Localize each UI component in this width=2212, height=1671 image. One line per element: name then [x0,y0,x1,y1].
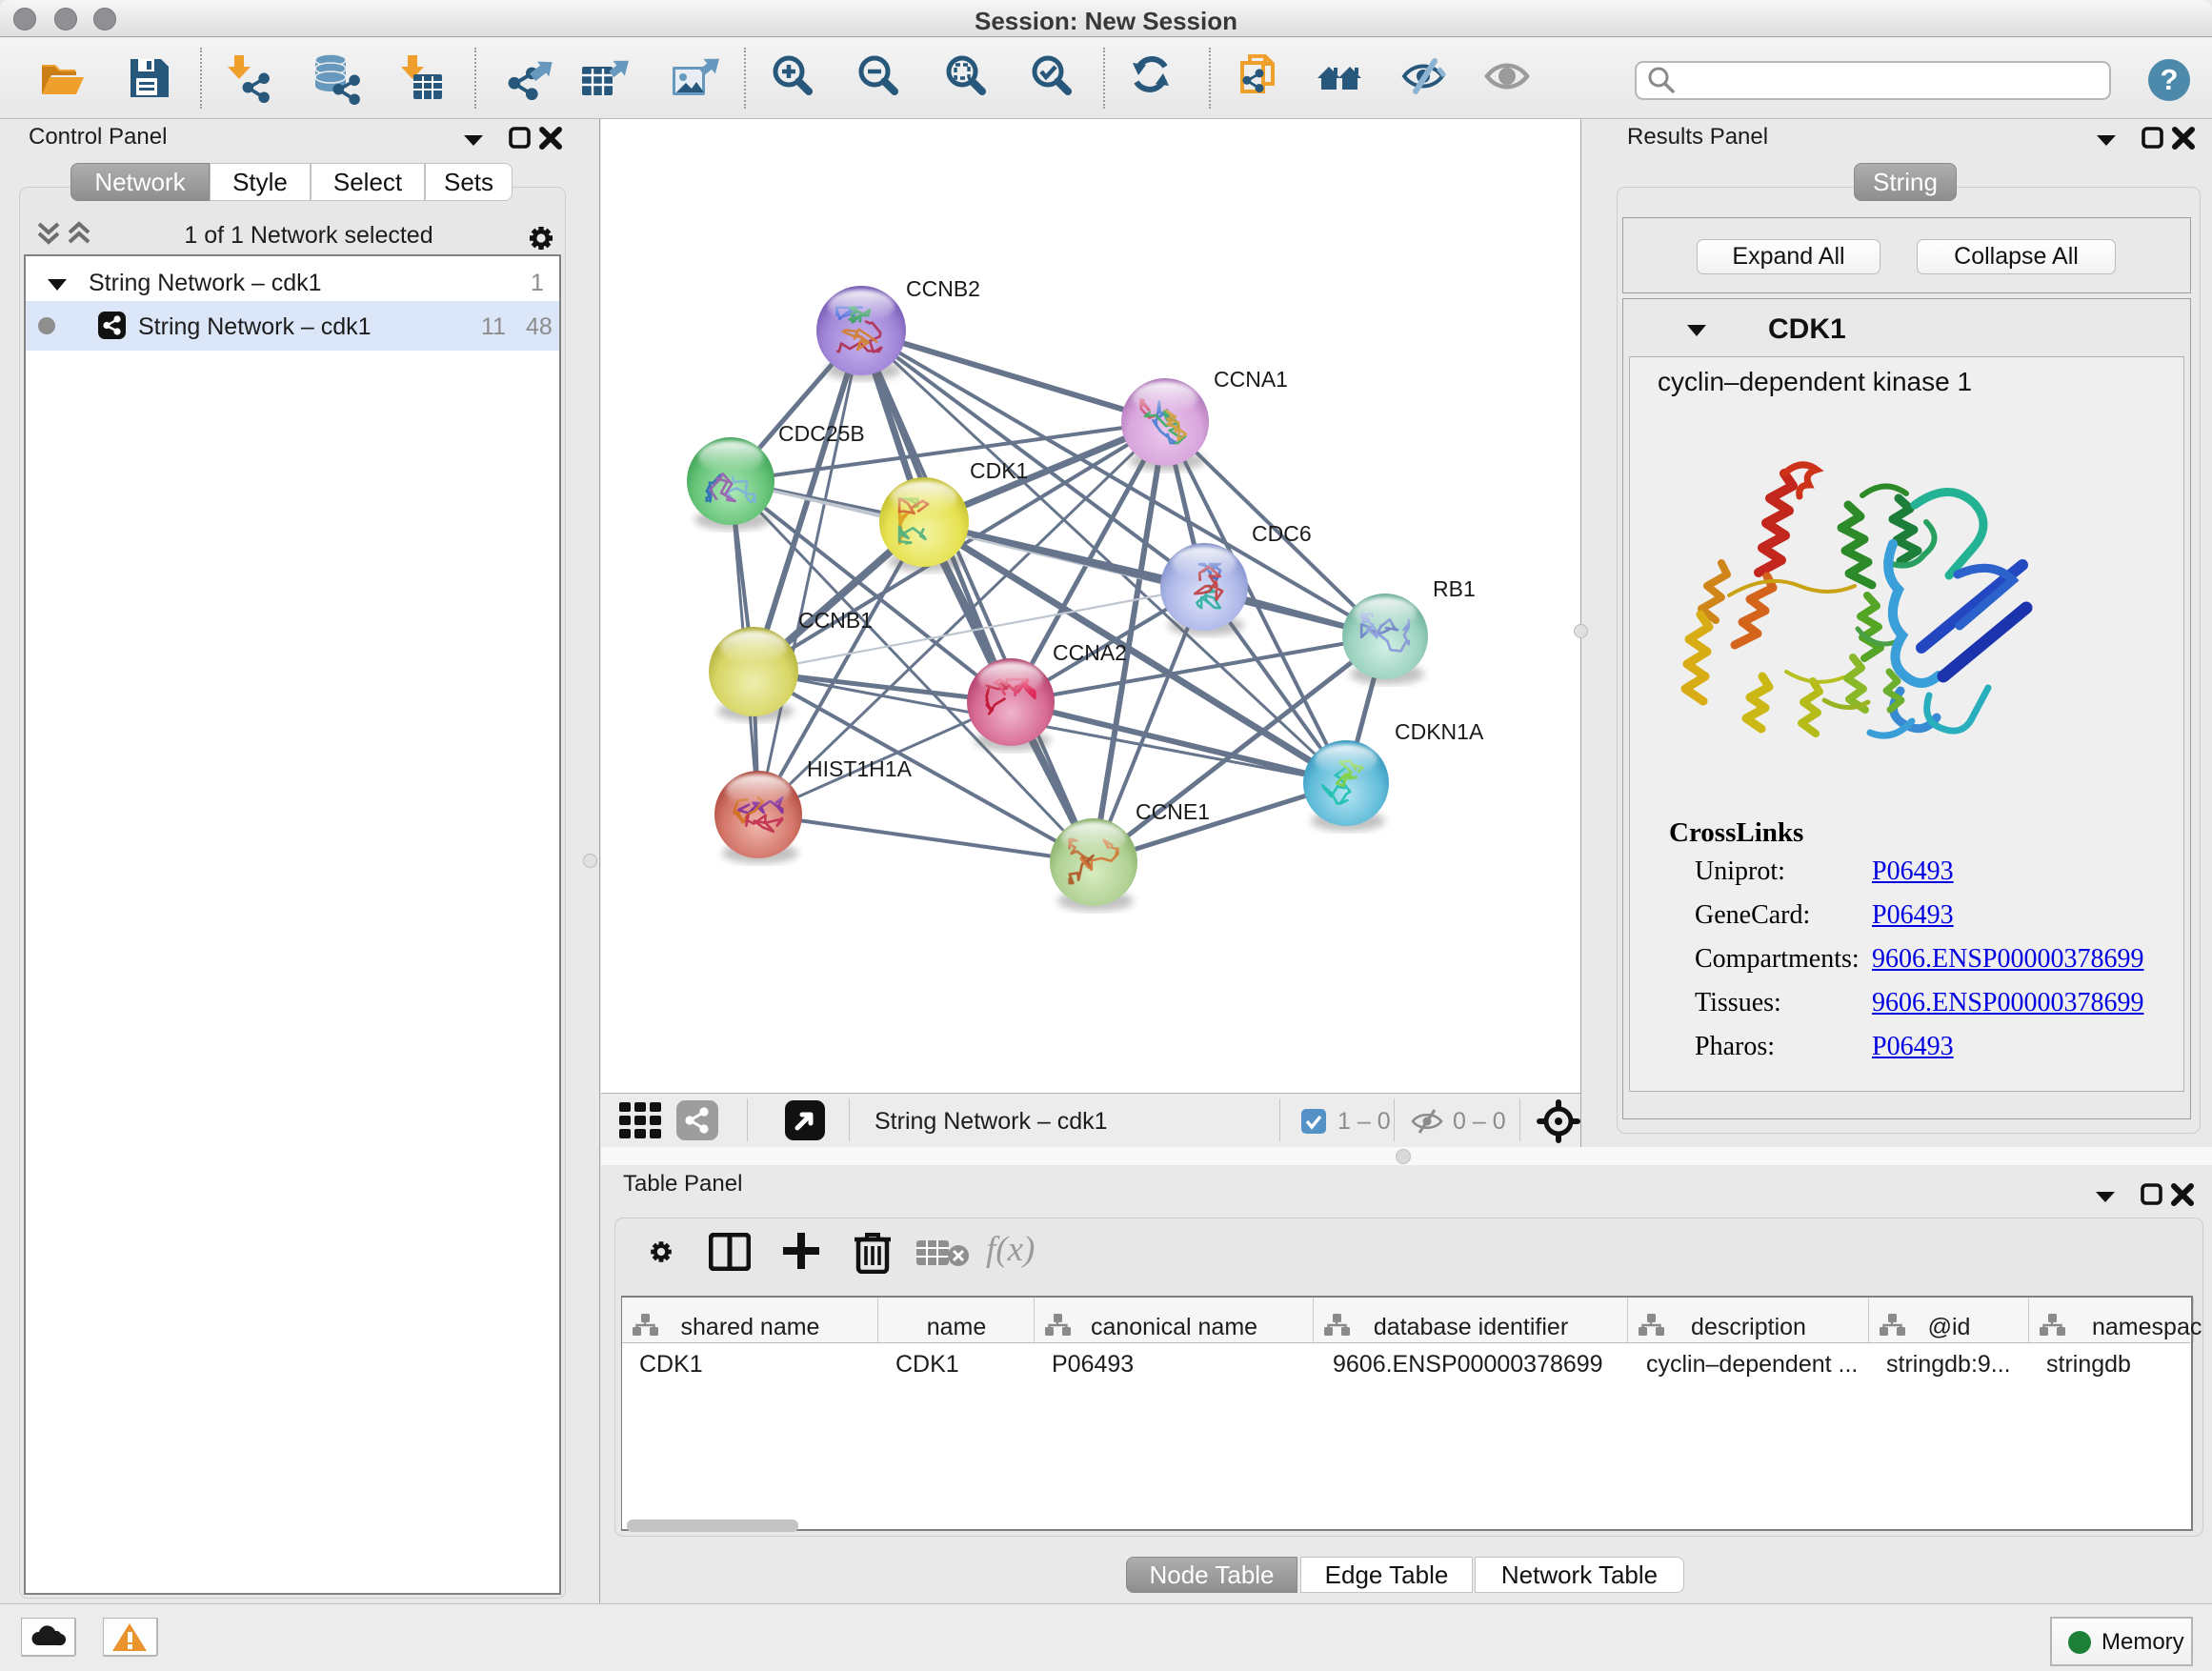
svg-text:CCNB1: CCNB1 [798,608,873,633]
svg-text:CDC25B: CDC25B [778,421,865,446]
svg-text:CCNA2: CCNA2 [1053,640,1127,665]
svg-text:CCNE1: CCNE1 [1136,799,1210,824]
svg-text:CDKN1A: CDKN1A [1395,719,1484,744]
svg-text:?: ? [2161,63,2179,96]
svg-text:CDC6: CDC6 [1252,521,1312,546]
svg-text:CDK1: CDK1 [970,458,1028,483]
svg-text:RB1: RB1 [1433,576,1476,601]
svg-text:HIST1H1A: HIST1H1A [807,756,913,781]
svg-text:CCNA1: CCNA1 [1214,367,1288,392]
svg-text:CCNB2: CCNB2 [906,276,980,301]
